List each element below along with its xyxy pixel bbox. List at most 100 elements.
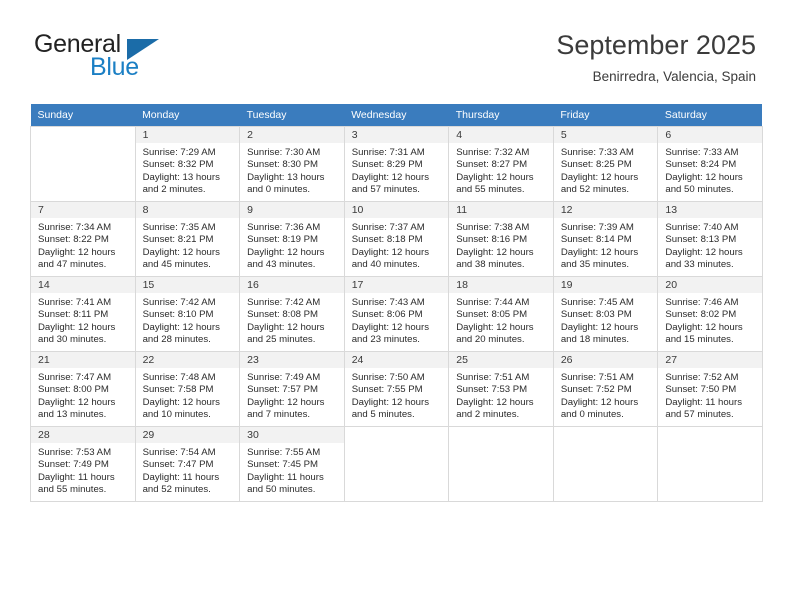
sunrise-text: Sunrise: 7:40 AM (665, 222, 739, 233)
daylight-text-line1: Daylight: 12 hours (560, 321, 639, 333)
day-number: 11 (449, 202, 553, 218)
day-number: 13 (658, 202, 762, 218)
daylight-text-line2: and 0 minutes. (560, 409, 624, 421)
sunset-text: Sunset: 8:06 PM (351, 309, 423, 321)
weekday-header-row: Sunday Monday Tuesday Wednesday Thursday… (30, 104, 763, 127)
calendar-day-cell[interactable]: 18 Sunrise: 7:44 AM Sunset: 8:05 PM Dayligh… (448, 276, 554, 352)
day-number: 20 (658, 277, 762, 293)
calendar-day-cell[interactable]: 8 Sunrise: 7:35 AM Sunset: 8:21 PM Daylight… (134, 201, 241, 277)
calendar-day-cell[interactable]: 7 Sunrise: 7:34 AM Sunset: 8:22 PM Daylight… (30, 201, 136, 277)
calendar-day-cell[interactable]: 19 Sunrise: 7:45 AM Sunset: 8:03 PM Dayligh… (552, 276, 659, 352)
daylight-text-line1: Daylight: 11 hours (38, 471, 115, 483)
calendar-day-cell[interactable]: 25 Sunrise: 7:51 AM Sunset: 7:53 PM Dayligh… (448, 351, 554, 427)
day-details: Sunrise: 7:39 AM Sunset: 8:14 PM Daylight:… (554, 218, 658, 272)
calendar-day-cell[interactable]: 15 Sunrise: 7:42 AM Sunset: 8:10 PM Dayligh… (134, 276, 241, 352)
day-details: Sunrise: 7:54 AM Sunset: 7:47 PM Daylight:… (136, 443, 240, 497)
sunset-text: Sunset: 8:08 PM (247, 309, 319, 321)
day-details: Sunrise: 7:48 AM Sunset: 7:58 PM Daylight:… (136, 368, 240, 422)
daylight-text-line1: Daylight: 12 hours (351, 171, 430, 183)
day-details: Sunrise: 7:49 AM Sunset: 7:57 PM Daylight:… (240, 368, 344, 422)
day-details: Sunrise: 7:33 AM Sunset: 8:25 PM Daylight:… (554, 143, 658, 197)
sunrise-text: Sunrise: 7:34 AM (38, 222, 112, 233)
day-details: Sunrise: 7:52 AM Sunset: 7:50 PM Daylight:… (658, 368, 762, 422)
calendar-day-cell[interactable]: 20 Sunrise: 7:46 AM Sunset: 8:02 PM Dayligh… (657, 276, 763, 352)
calendar-day-cell[interactable]: 2 Sunrise: 7:30 AM Sunset: 8:30 PM Daylight… (239, 126, 345, 202)
daylight-text-line1: Daylight: 12 hours (456, 171, 534, 183)
sunrise-text: Sunrise: 7:31 AM (351, 147, 425, 158)
sunset-text: Sunset: 8:13 PM (665, 234, 737, 246)
daylight-text-line1: Daylight: 12 hours (351, 396, 430, 408)
sunset-text: Sunset: 8:21 PM (142, 234, 214, 246)
daylight-text-line2: and 28 minutes. (142, 334, 211, 346)
sunset-text: Sunset: 8:10 PM (142, 309, 214, 321)
weekday-header-wednesday: Wednesday (344, 104, 449, 127)
calendar-day-cell[interactable]: 11 Sunrise: 7:38 AM Sunset: 8:16 PM Dayligh… (448, 201, 554, 277)
daylight-text-line2: and 57 minutes. (665, 409, 734, 421)
day-details: Sunrise: 7:51 AM Sunset: 7:52 PM Daylight:… (554, 368, 658, 422)
calendar-day-cell[interactable]: 27 Sunrise: 7:52 AM Sunset: 7:50 PM Dayligh… (657, 351, 763, 427)
daylight-text-line2: and 18 minutes. (560, 334, 630, 346)
calendar-week-row: 1 Sunrise: 7:29 AM Sunset: 8:32 PM Daylight… (30, 126, 763, 202)
sunset-text: Sunset: 8:00 PM (38, 384, 109, 396)
daylight-text-line1: Daylight: 12 hours (142, 246, 220, 258)
daylight-text-line2: and 40 minutes. (351, 259, 420, 271)
day-number: 5 (553, 127, 658, 143)
month-calendar: Sunday Monday Tuesday Wednesday Thursday… (30, 104, 763, 502)
daylight-text-line1: Daylight: 12 hours (560, 171, 639, 183)
sunrise-text: Sunrise: 7:37 AM (351, 222, 425, 233)
daylight-text-line1: Daylight: 11 hours (665, 396, 742, 408)
calendar-day-cell[interactable]: 14 Sunrise: 7:41 AM Sunset: 8:11 PM Dayligh… (30, 276, 136, 352)
calendar-day-cell[interactable]: 24 Sunrise: 7:50 AM Sunset: 7:55 PM Dayligh… (343, 351, 450, 427)
sunrise-text: Sunrise: 7:42 AM (247, 297, 321, 308)
calendar-day-cell[interactable]: 3 Sunrise: 7:31 AM Sunset: 8:29 PM Daylight… (343, 126, 450, 202)
calendar-day-cell-empty (30, 126, 136, 202)
calendar-day-cell[interactable]: 9 Sunrise: 7:36 AM Sunset: 8:19 PM Daylight… (239, 201, 345, 277)
sunrise-text: Sunrise: 7:48 AM (142, 372, 216, 383)
daylight-text-line2: and 13 minutes. (38, 409, 107, 421)
day-number: 3 (344, 127, 449, 143)
general-blue-logo[interactable]: General Blue (34, 30, 254, 86)
calendar-day-cell[interactable]: 30 Sunrise: 7:55 AM Sunset: 7:45 PM Dayligh… (239, 426, 345, 502)
calendar-day-cell[interactable]: 6 Sunrise: 7:33 AM Sunset: 8:24 PM Daylight… (657, 126, 763, 202)
calendar-day-cell[interactable]: 28 Sunrise: 7:53 AM Sunset: 7:49 PM Dayligh… (30, 426, 136, 502)
calendar-day-cell[interactable]: 23 Sunrise: 7:49 AM Sunset: 7:57 PM Dayligh… (239, 351, 345, 427)
daylight-text-line1: Daylight: 13 hours (247, 171, 325, 183)
daylight-text-line1: Daylight: 12 hours (38, 396, 116, 408)
sunset-text: Sunset: 8:03 PM (560, 309, 632, 321)
daylight-text-line2: and 15 minutes. (665, 334, 734, 346)
page-title: September 2025 (556, 30, 756, 60)
day-number: 21 (31, 352, 135, 368)
calendar-day-cell[interactable]: 29 Sunrise: 7:54 AM Sunset: 7:47 PM Dayligh… (134, 426, 241, 502)
day-details: Sunrise: 7:33 AM Sunset: 8:24 PM Daylight:… (658, 143, 762, 197)
daylight-text-line1: Daylight: 13 hours (142, 171, 220, 183)
calendar-day-cell[interactable]: 26 Sunrise: 7:51 AM Sunset: 7:52 PM Dayligh… (552, 351, 659, 427)
daylight-text-line2: and 5 minutes. (351, 409, 415, 421)
calendar-day-cell[interactable]: 10 Sunrise: 7:37 AM Sunset: 8:18 PM Dayligh… (343, 201, 450, 277)
day-number: 15 (135, 277, 240, 293)
weekday-header-friday: Friday (553, 104, 658, 127)
calendar-week-row: 7 Sunrise: 7:34 AM Sunset: 8:22 PM Daylight… (30, 201, 763, 277)
calendar-day-cell[interactable]: 22 Sunrise: 7:48 AM Sunset: 7:58 PM Dayligh… (134, 351, 241, 427)
daylight-text-line2: and 7 minutes. (247, 409, 311, 421)
calendar-day-cell[interactable]: 1 Sunrise: 7:29 AM Sunset: 8:32 PM Daylight… (134, 126, 241, 202)
sunrise-text: Sunrise: 7:39 AM (560, 222, 634, 233)
calendar-day-cell-empty (552, 426, 659, 502)
calendar-day-cell[interactable]: 13 Sunrise: 7:40 AM Sunset: 8:13 PM Dayligh… (657, 201, 763, 277)
sunrise-text: Sunrise: 7:54 AM (142, 447, 216, 458)
calendar-day-cell[interactable]: 12 Sunrise: 7:39 AM Sunset: 8:14 PM Dayligh… (552, 201, 659, 277)
day-number: 8 (135, 202, 240, 218)
page-header: General Blue September 2025 Benirredra, … (0, 0, 792, 96)
calendar-day-cell[interactable]: 21 Sunrise: 7:47 AM Sunset: 8:00 PM Dayligh… (30, 351, 136, 427)
daylight-text-line1: Daylight: 12 hours (351, 321, 430, 333)
daylight-text-line1: Daylight: 12 hours (665, 171, 743, 183)
calendar-day-cell[interactable]: 5 Sunrise: 7:33 AM Sunset: 8:25 PM Daylight… (552, 126, 659, 202)
calendar-day-cell[interactable]: 16 Sunrise: 7:42 AM Sunset: 8:08 PM Dayligh… (239, 276, 345, 352)
calendar-day-cell[interactable]: 17 Sunrise: 7:43 AM Sunset: 8:06 PM Dayligh… (343, 276, 450, 352)
daylight-text-line1: Daylight: 12 hours (247, 246, 325, 258)
daylight-text-line1: Daylight: 12 hours (38, 246, 116, 258)
day-number: 24 (344, 352, 449, 368)
daylight-text-line1: Daylight: 12 hours (351, 246, 430, 258)
calendar-day-cell[interactable]: 4 Sunrise: 7:32 AM Sunset: 8:27 PM Daylight… (448, 126, 554, 202)
daylight-text-line2: and 55 minutes. (456, 184, 525, 196)
day-number: 30 (240, 427, 344, 443)
